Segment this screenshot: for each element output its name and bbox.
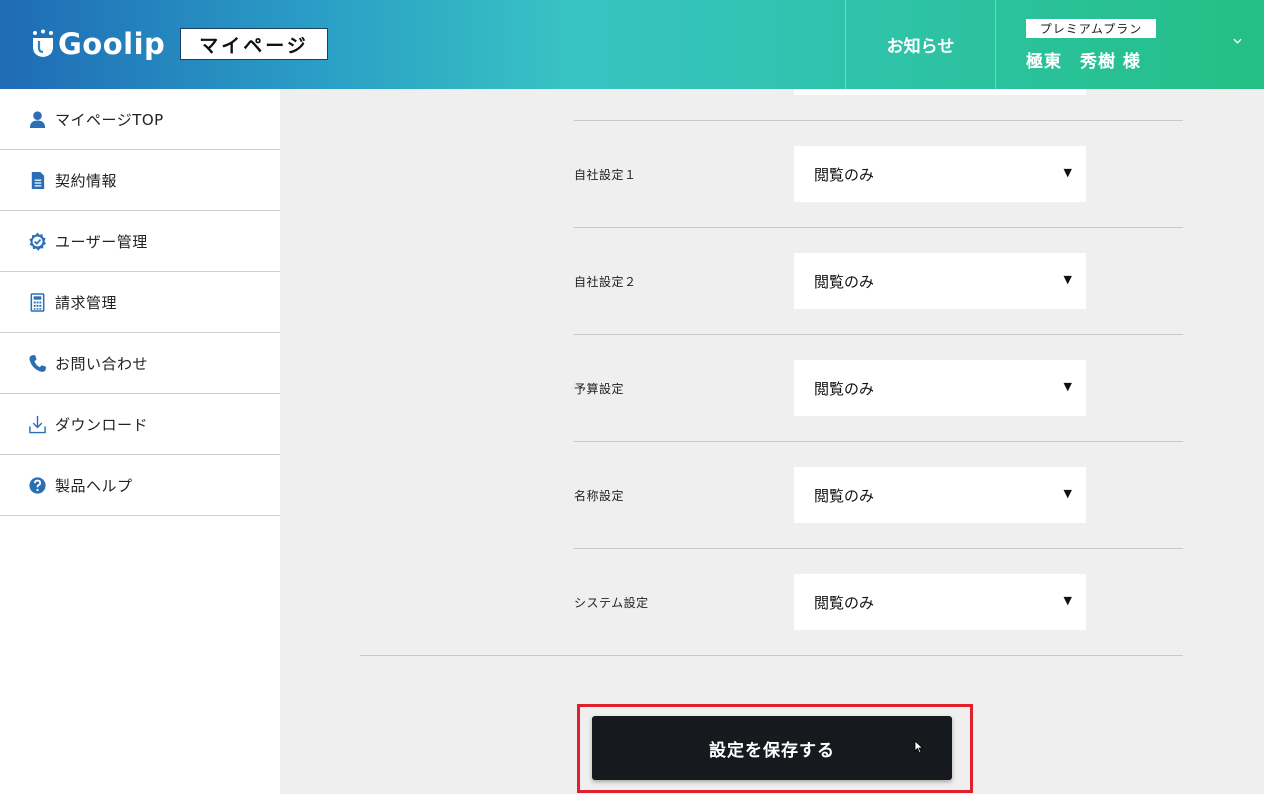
sidebar-item-billing[interactable]: 請求管理	[0, 272, 280, 333]
gear-check-icon	[29, 231, 47, 251]
sidebar-item-help[interactable]: 製品ヘルプ	[0, 455, 280, 516]
sidebar-item-label: お問い合わせ	[55, 354, 149, 373]
sidebar-item-contract[interactable]: 契約情報	[0, 150, 280, 211]
settings-row: システム設定 閲覧のみ ▼	[574, 548, 1183, 655]
notice-link[interactable]: お知らせ	[846, 0, 995, 89]
dropdown-arrow-icon: ▼	[1063, 487, 1072, 500]
dropdown-arrow-icon: ▼	[1063, 273, 1072, 286]
permission-select[interactable]: 閲覧のみ ▼	[794, 467, 1086, 523]
user-icon	[29, 110, 46, 128]
sidebar-item-contact[interactable]: お問い合わせ	[0, 333, 280, 394]
sidebar-item-label: ダウンロード	[55, 415, 149, 434]
setting-label: システム設定	[574, 596, 649, 610]
permission-select[interactable]: 閲覧のみ ▼	[794, 146, 1086, 202]
plan-badge: プレミアムプラン	[1026, 19, 1156, 38]
dropdown-arrow-icon: ▼	[1063, 166, 1072, 179]
logo-icon	[33, 29, 53, 57]
settings-row: 予算設定 閲覧のみ ▼	[574, 334, 1183, 441]
setting-label: 自社設定２	[574, 275, 637, 289]
top-header: Goolip マイページ お知らせ プレミアムプラン 極東 秀樹 様	[0, 0, 1264, 89]
user-menu[interactable]: 極東 秀樹 様	[1026, 47, 1141, 72]
setting-label: 名称設定	[574, 489, 625, 503]
mypage-badge: マイページ	[180, 28, 328, 60]
download-icon	[29, 415, 46, 433]
sidebar-nav: マイページTOP 契約情報 ユーザー管理 請求管理 お問い合わせ ダウンロード …	[0, 89, 280, 794]
chevron-down-icon[interactable]	[1233, 38, 1242, 44]
logo-text: Goolip	[58, 27, 166, 61]
save-settings-button[interactable]: 設定を保存する	[592, 716, 952, 780]
settings-row: 名称設定 閲覧のみ ▼	[574, 441, 1183, 548]
divider	[360, 655, 1183, 656]
sidebar-item-label: 契約情報	[55, 171, 118, 190]
select-value: 閲覧のみ	[814, 272, 875, 291]
select-value: 閲覧のみ	[814, 486, 875, 505]
sidebar-item-label: 請求管理	[55, 293, 118, 312]
settings-panel: 自社設定１ 閲覧のみ ▼ 自社設定２ 閲覧のみ ▼ 予算設定 閲覧のみ ▼ 名称…	[280, 89, 1264, 794]
setting-label: 予算設定	[574, 382, 625, 396]
document-icon	[31, 171, 45, 189]
select-value: 閲覧のみ	[814, 165, 875, 184]
setting-label: 自社設定１	[574, 168, 637, 182]
settings-row: 自社設定２ 閲覧のみ ▼	[574, 227, 1183, 334]
dropdown-arrow-icon: ▼	[1063, 380, 1072, 393]
sidebar-item-users[interactable]: ユーザー管理	[0, 211, 280, 272]
header-divider	[995, 0, 996, 89]
sidebar-item-mypage-top[interactable]: マイページTOP	[0, 89, 280, 150]
calculator-icon	[30, 292, 45, 312]
select-value: 閲覧のみ	[814, 593, 875, 612]
dropdown-arrow-icon: ▼	[1063, 594, 1072, 607]
sidebar-item-download[interactable]: ダウンロード	[0, 394, 280, 455]
sidebar-item-label: 製品ヘルプ	[55, 476, 133, 495]
select-value: 閲覧のみ	[814, 379, 875, 398]
phone-icon	[29, 354, 47, 372]
permission-select[interactable]: 閲覧のみ ▼	[794, 360, 1086, 416]
sidebar-item-label: マイページTOP	[55, 110, 164, 129]
mouse-cursor-icon	[914, 740, 924, 754]
permission-select[interactable]: 閲覧のみ ▼	[794, 574, 1086, 630]
settings-row: 自社設定１ 閲覧のみ ▼	[574, 120, 1183, 227]
permission-select[interactable]: 閲覧のみ ▼	[794, 253, 1086, 309]
goolip-logo[interactable]: Goolip	[30, 22, 165, 66]
help-icon	[29, 476, 46, 494]
sidebar-item-label: ユーザー管理	[55, 232, 148, 251]
select-partial-top	[794, 89, 1086, 95]
